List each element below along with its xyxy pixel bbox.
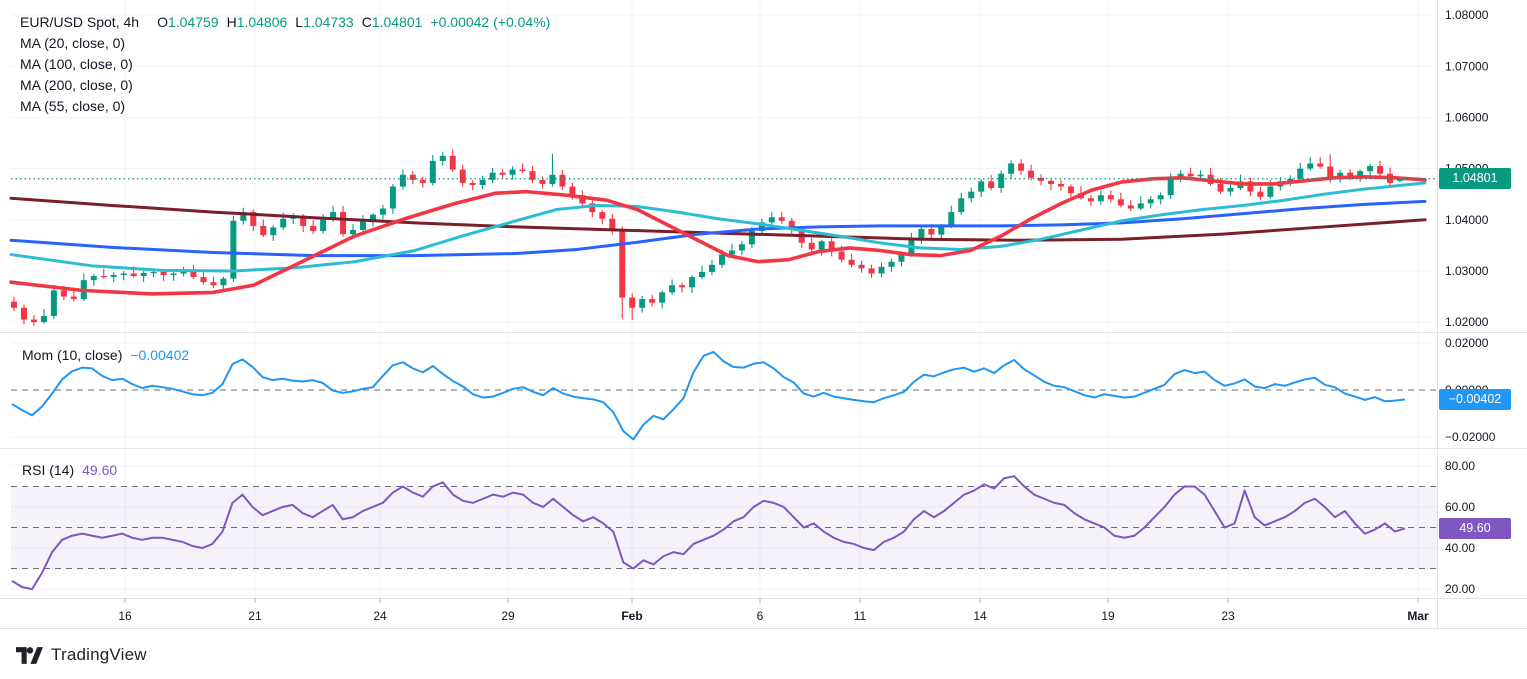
tradingview-wordmark: TradingView	[51, 645, 147, 665]
legend-ma200[interactable]: MA (200, close, 0)	[20, 75, 550, 96]
ohlc-low-value: 1.04733	[303, 14, 354, 30]
ohlc-low-label: L	[295, 14, 303, 30]
svg-text:1.08000: 1.08000	[1445, 8, 1489, 22]
svg-text:6: 6	[757, 609, 764, 623]
symbol-title-row[interactable]: EUR/USD Spot, 4h O1.04759 H1.04806 L1.04733…	[20, 12, 550, 33]
svg-text:Mar: Mar	[1407, 609, 1429, 623]
momentum-value: −0.00402	[130, 347, 189, 363]
chart-legend: EUR/USD Spot, 4h O1.04759 H1.04806 L1.04733…	[20, 12, 550, 117]
svg-text:21: 21	[248, 609, 262, 623]
momentum-legend[interactable]: Mom (10, close) −0.00402	[22, 347, 189, 363]
svg-text:14: 14	[973, 609, 987, 623]
last-price-badge: 1.04801	[1439, 168, 1511, 189]
ohlc-open-label: O	[157, 14, 168, 30]
rsi-value: 49.60	[82, 462, 117, 478]
momentum-value-badge: −0.00402	[1439, 389, 1511, 410]
svg-text:29: 29	[501, 609, 515, 623]
svg-text:−0.02000: −0.02000	[1445, 430, 1496, 444]
svg-text:40.00: 40.00	[1445, 541, 1475, 555]
chart-window: 1.080001.070001.060001.050001.040001.030…	[0, 0, 1527, 679]
svg-text:24: 24	[373, 609, 387, 623]
svg-text:1.02000: 1.02000	[1445, 315, 1489, 329]
ohlc-high-value: 1.04806	[237, 14, 288, 30]
svg-text:11: 11	[854, 609, 867, 623]
ohlc-close-label: C	[362, 14, 372, 30]
svg-text:16: 16	[118, 609, 132, 623]
rsi-label: RSI (14)	[22, 462, 74, 478]
svg-text:Feb: Feb	[621, 609, 642, 623]
svg-text:0.02000: 0.02000	[1445, 336, 1489, 350]
symbol-title: EUR/USD Spot, 4h	[20, 14, 139, 30]
svg-text:1.07000: 1.07000	[1445, 59, 1489, 73]
ohlc-close-value: 1.04801	[372, 14, 423, 30]
change-value: +0.00042 (+0.04%)	[430, 14, 550, 30]
legend-ma55[interactable]: MA (55, close, 0)	[20, 96, 550, 117]
rsi-legend[interactable]: RSI (14) 49.60	[22, 462, 117, 478]
tradingview-attribution[interactable]: TradingView	[16, 645, 147, 665]
svg-text:19: 19	[1101, 609, 1115, 623]
legend-ma20[interactable]: MA (20, close, 0)	[20, 33, 550, 54]
momentum-label: Mom (10, close)	[22, 347, 122, 363]
svg-text:1.06000: 1.06000	[1445, 110, 1489, 124]
svg-text:80.00: 80.00	[1445, 459, 1475, 473]
rsi-value-badge: 49.60	[1439, 518, 1511, 539]
svg-text:1.04000: 1.04000	[1445, 213, 1489, 227]
svg-text:60.00: 60.00	[1445, 500, 1475, 514]
tradingview-logo-icon	[16, 647, 43, 664]
svg-text:1.03000: 1.03000	[1445, 264, 1489, 278]
ohlc-open-value: 1.04759	[168, 14, 219, 30]
ohlc-high-label: H	[227, 14, 237, 30]
legend-ma100[interactable]: MA (100, close, 0)	[20, 54, 550, 75]
svg-text:23: 23	[1221, 609, 1235, 623]
svg-text:20.00: 20.00	[1445, 582, 1475, 596]
